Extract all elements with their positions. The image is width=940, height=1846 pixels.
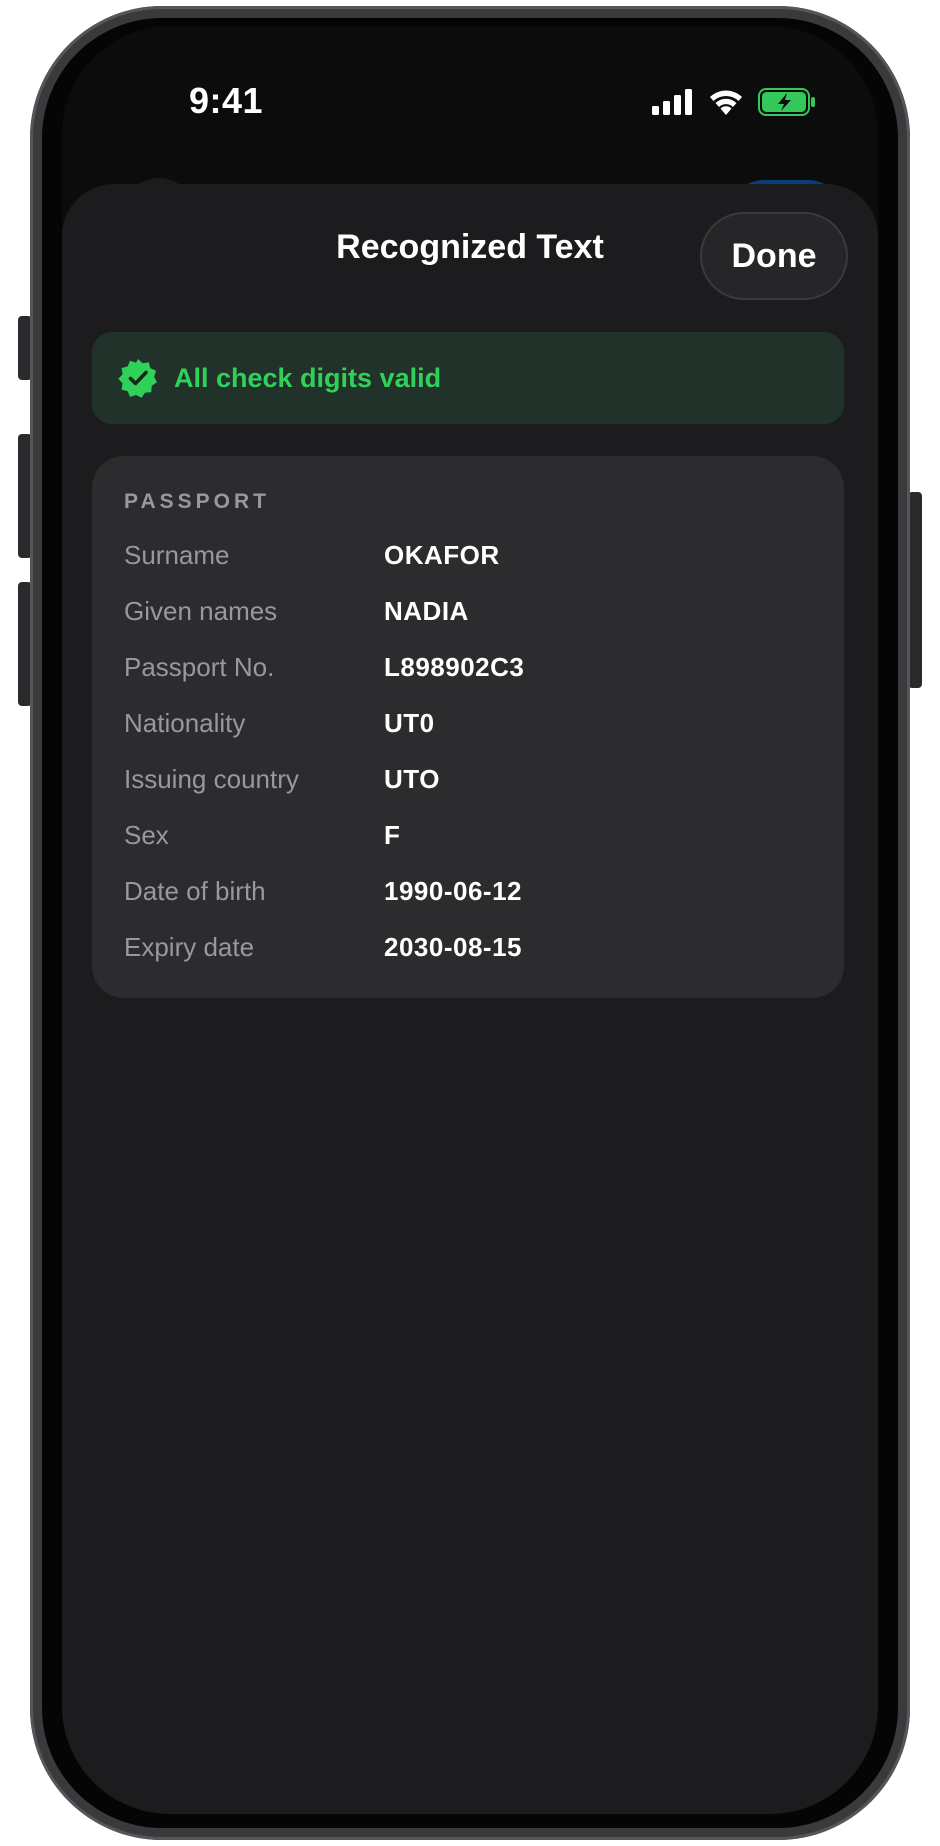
field-row-sex: Sex F <box>124 820 812 860</box>
cellular-signal-icon <box>652 89 692 115</box>
device-mockup: 9:41 Recognized Text Done All check digi… <box>0 0 940 1846</box>
validity-banner: All check digits valid <box>92 332 844 424</box>
card-heading: PASSPORT <box>124 490 270 513</box>
field-row-expiry-date: Expiry date 2030-08-15 <box>124 932 812 972</box>
field-row-surname: Surname OKAFOR <box>124 540 812 580</box>
field-value: F <box>384 820 401 850</box>
field-label: Given names <box>124 596 278 626</box>
field-value: L898902C3 <box>384 652 525 682</box>
status-icons <box>652 88 816 116</box>
field-value: UT0 <box>384 708 435 738</box>
field-row-issuing-country: Issuing country UTO <box>124 764 812 804</box>
field-label: Nationality <box>124 708 246 738</box>
verified-badge-icon <box>118 359 157 398</box>
recognized-text-sheet: Recognized Text Done All check digits va… <box>62 184 878 1814</box>
status-time: 9:41 <box>188 80 264 121</box>
field-label: Passport No. <box>124 652 275 682</box>
field-label: Surname <box>124 540 230 570</box>
field-value: OKAFOR <box>384 540 500 570</box>
done-button[interactable]: Done <box>700 212 848 300</box>
field-label: Issuing country <box>124 764 299 794</box>
field-label: Expiry date <box>124 932 255 962</box>
wifi-icon <box>710 90 742 115</box>
phone-screen: 9:41 Recognized Text Done All check digi… <box>62 26 878 1814</box>
validity-message: All check digits valid <box>174 362 442 393</box>
field-value: 2030-08-15 <box>384 932 522 962</box>
field-value: UTO <box>384 764 440 794</box>
field-value: NADIA <box>384 596 469 626</box>
field-label: Sex <box>124 820 169 850</box>
field-value: 1990-06-12 <box>384 876 522 906</box>
passport-card: PASSPORT Surname OKAFOR Given names NADI… <box>92 456 844 998</box>
field-label: Date of birth <box>124 876 266 906</box>
field-row-date-of-birth: Date of birth 1990-06-12 <box>124 876 812 916</box>
battery-charging-icon <box>758 88 815 116</box>
field-row-nationality: Nationality UT0 <box>124 708 812 748</box>
power-button-hardware <box>908 492 922 688</box>
field-row-given-names: Given names NADIA <box>124 596 812 636</box>
field-row-passport-number: Passport No. L898902C3 <box>124 652 812 692</box>
